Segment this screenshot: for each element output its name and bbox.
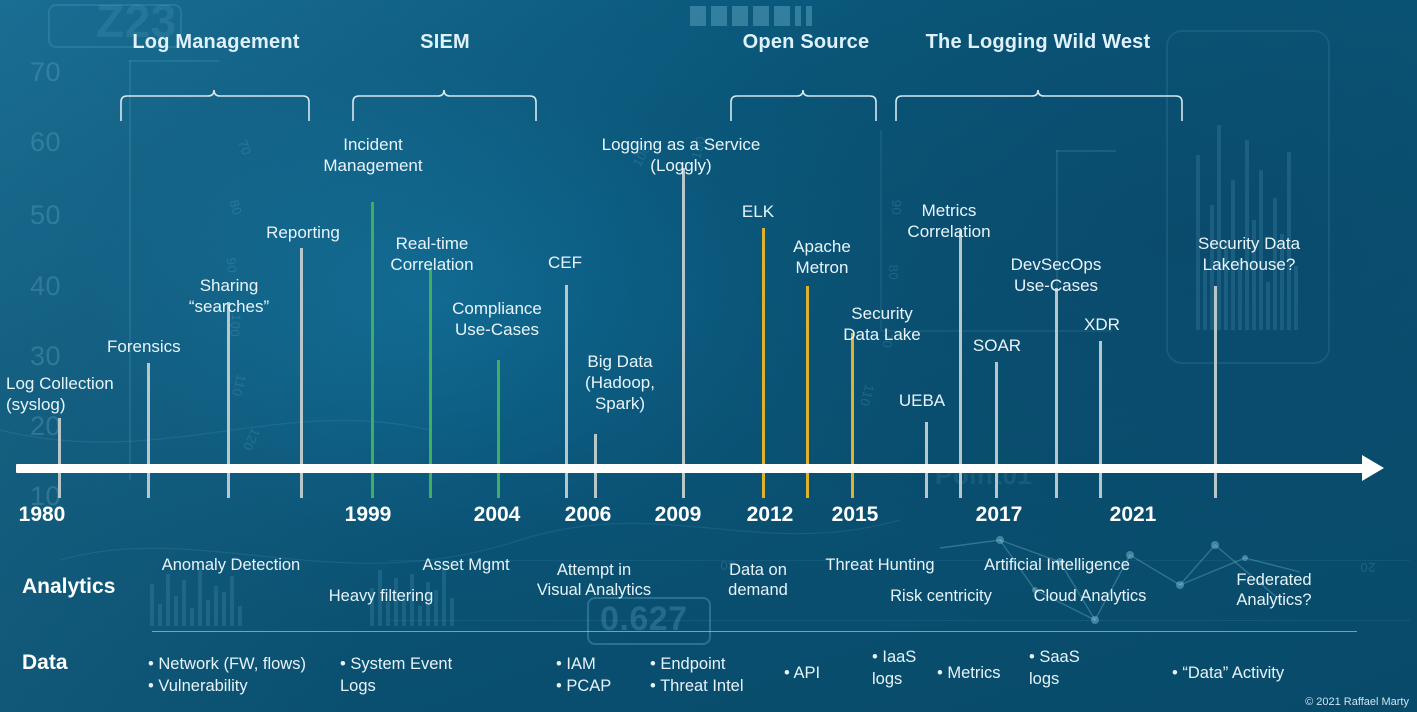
data-item-metrics: • Metrics (937, 664, 1001, 682)
data-item-iam-pcap: • IAM • PCAP (556, 655, 612, 695)
event-stem-soar (995, 362, 998, 498)
event-stem-log-collection (58, 418, 61, 498)
bg-number: 50 (30, 200, 62, 230)
bg-panel (587, 597, 711, 645)
event-label-metrics-correlation: Metrics Correlation (907, 201, 991, 241)
brace-wild-west (895, 88, 1183, 122)
event-label-real-time-correlation: Real-time Correlation (390, 234, 474, 274)
bg-bars (150, 566, 242, 626)
event-label-soar: SOAR (972, 336, 1022, 355)
bg-number: 90 (223, 257, 240, 274)
bg-number: 80 (226, 198, 245, 217)
data-item-saas-logs: • SaaS logs (1029, 648, 1080, 688)
bg-number: 110 (856, 382, 878, 409)
event-stem-elk (762, 228, 765, 498)
event-label-forensics: Forensics (107, 337, 181, 356)
data-item-network-vulnerability: • Network (FW, flows) • Vulnerability (148, 655, 306, 695)
analytics-row-label: Analytics (22, 575, 116, 598)
year-label-1999: 1999 (344, 503, 392, 526)
analytics-item-data-on-demand: Data on demand (728, 561, 788, 599)
year-label-2004: 2004 (473, 503, 521, 526)
era-title-log-management: Log Management (132, 31, 300, 53)
copyright-notice: © 2021 Raffael Marty (1305, 696, 1409, 708)
event-stem-security-data-lake (851, 333, 854, 498)
event-stem-real-time-correlation (371, 202, 374, 498)
event-label-logging-as-a-service: Logging as a Service (Loggly) (601, 135, 761, 175)
event-stem-metrics-correlation (959, 230, 962, 498)
year-label-2012: 2012 (746, 503, 794, 526)
analytics-item-risk-centricity: Risk centricity (890, 587, 992, 605)
event-label-ueba: UEBA (898, 391, 946, 410)
event-label-elk: ELK (741, 202, 775, 221)
event-stem-compliance-second (497, 360, 500, 498)
analytics-item-anomaly-detection: Anomaly Detection (161, 556, 301, 574)
data-row-label: Data (22, 651, 68, 674)
event-label-cef: CEF (548, 253, 582, 272)
bg-number: 40 (30, 271, 62, 301)
analytics-item-threat-hunting: Threat Hunting (825, 556, 935, 574)
event-stem-reporting (300, 248, 303, 498)
bg-line (1056, 150, 1116, 152)
bg-line (390, 620, 1410, 621)
event-label-sharing-searches: Sharing “searches” (188, 276, 270, 316)
event-stem-forensics (147, 363, 150, 498)
event-label-compliance-use-cases: Compliance Use-Cases (452, 299, 542, 339)
bg-number: 20 (30, 411, 62, 441)
bg-number: 70 (235, 137, 255, 158)
data-item-endpoint-threat-intel: • Endpoint • Threat Intel (650, 655, 744, 695)
analytics-item-cloud-analytics: Cloud Analytics (1033, 587, 1147, 605)
bg-number: 20 (1360, 560, 1376, 575)
era-title-wild-west: The Logging Wild West (925, 31, 1151, 53)
era-title-open-source: Open Source (742, 31, 870, 53)
analytics-item-artificial-intelligence: Artificial Intelligence (984, 556, 1130, 574)
analytics-item-federated-analytics: Federated Analytics? (1236, 571, 1312, 609)
analytics-item-heavy-filtering: Heavy filtering (328, 587, 434, 605)
bg-number: 30 (30, 341, 62, 371)
timeline-slide: 70 60 50 40 30 20 10 70 80 90 100 110 12… (0, 0, 1417, 712)
bg-bars (690, 0, 812, 26)
bg-number: 110 (228, 372, 250, 399)
year-label-1980: 1980 (18, 503, 66, 526)
data-item-api: • API (784, 664, 821, 682)
timeline-arrow-icon (1362, 455, 1384, 481)
bg-number: 120 (239, 425, 264, 454)
year-label-2017: 2017 (975, 503, 1023, 526)
event-label-devsecops-use-cases: DevSecOps Use-Cases (1010, 255, 1102, 295)
event-label-big-data: Big Data (Hadoop, Spark) (585, 352, 655, 413)
data-item-iaas-logs: • IaaS logs (872, 648, 917, 688)
brace-log-management (120, 88, 310, 122)
timeline-axis (16, 464, 1376, 473)
bg-number: 60 (30, 127, 62, 157)
analytics-item-asset-mgmt: Asset Mgmt (422, 556, 510, 574)
year-label-2006: 2006 (564, 503, 612, 526)
event-label-security-data-lakehouse: Security Data Lakehouse? (1197, 234, 1301, 274)
event-label-log-collection: Log Collection (syslog) (6, 374, 114, 414)
event-label-xdr: XDR (1084, 315, 1120, 334)
event-label-incident-management: Incident Management (323, 135, 423, 175)
analytics-item-attempt-visual-analytics: Attempt in Visual Analytics (536, 561, 652, 599)
bg-bars (1196, 120, 1298, 330)
event-label-reporting: Reporting (266, 223, 340, 242)
analytics-data-divider (152, 631, 1357, 632)
bg-line (129, 60, 131, 480)
event-label-apache-metron: Apache Metron (793, 237, 851, 277)
year-label-2021: 2021 (1109, 503, 1157, 526)
year-label-2015: 2015 (831, 503, 879, 526)
brace-siem (352, 88, 537, 122)
brace-open-source (730, 88, 877, 122)
data-item-data-activity: • “Data” Activity (1172, 664, 1285, 682)
event-stem-ueba (925, 422, 928, 498)
event-stem-logging-as-a-service (682, 168, 685, 498)
bg-number: 70 (30, 57, 62, 87)
event-stem-xdr (1099, 341, 1102, 498)
event-label-security-data-lake: Security Data Lake (843, 304, 921, 344)
year-label-2009: 2009 (654, 503, 702, 526)
era-title-siem: SIEM (420, 31, 470, 53)
data-item-system-event-logs: • System Event Logs (340, 655, 453, 695)
bg-line (129, 60, 219, 62)
